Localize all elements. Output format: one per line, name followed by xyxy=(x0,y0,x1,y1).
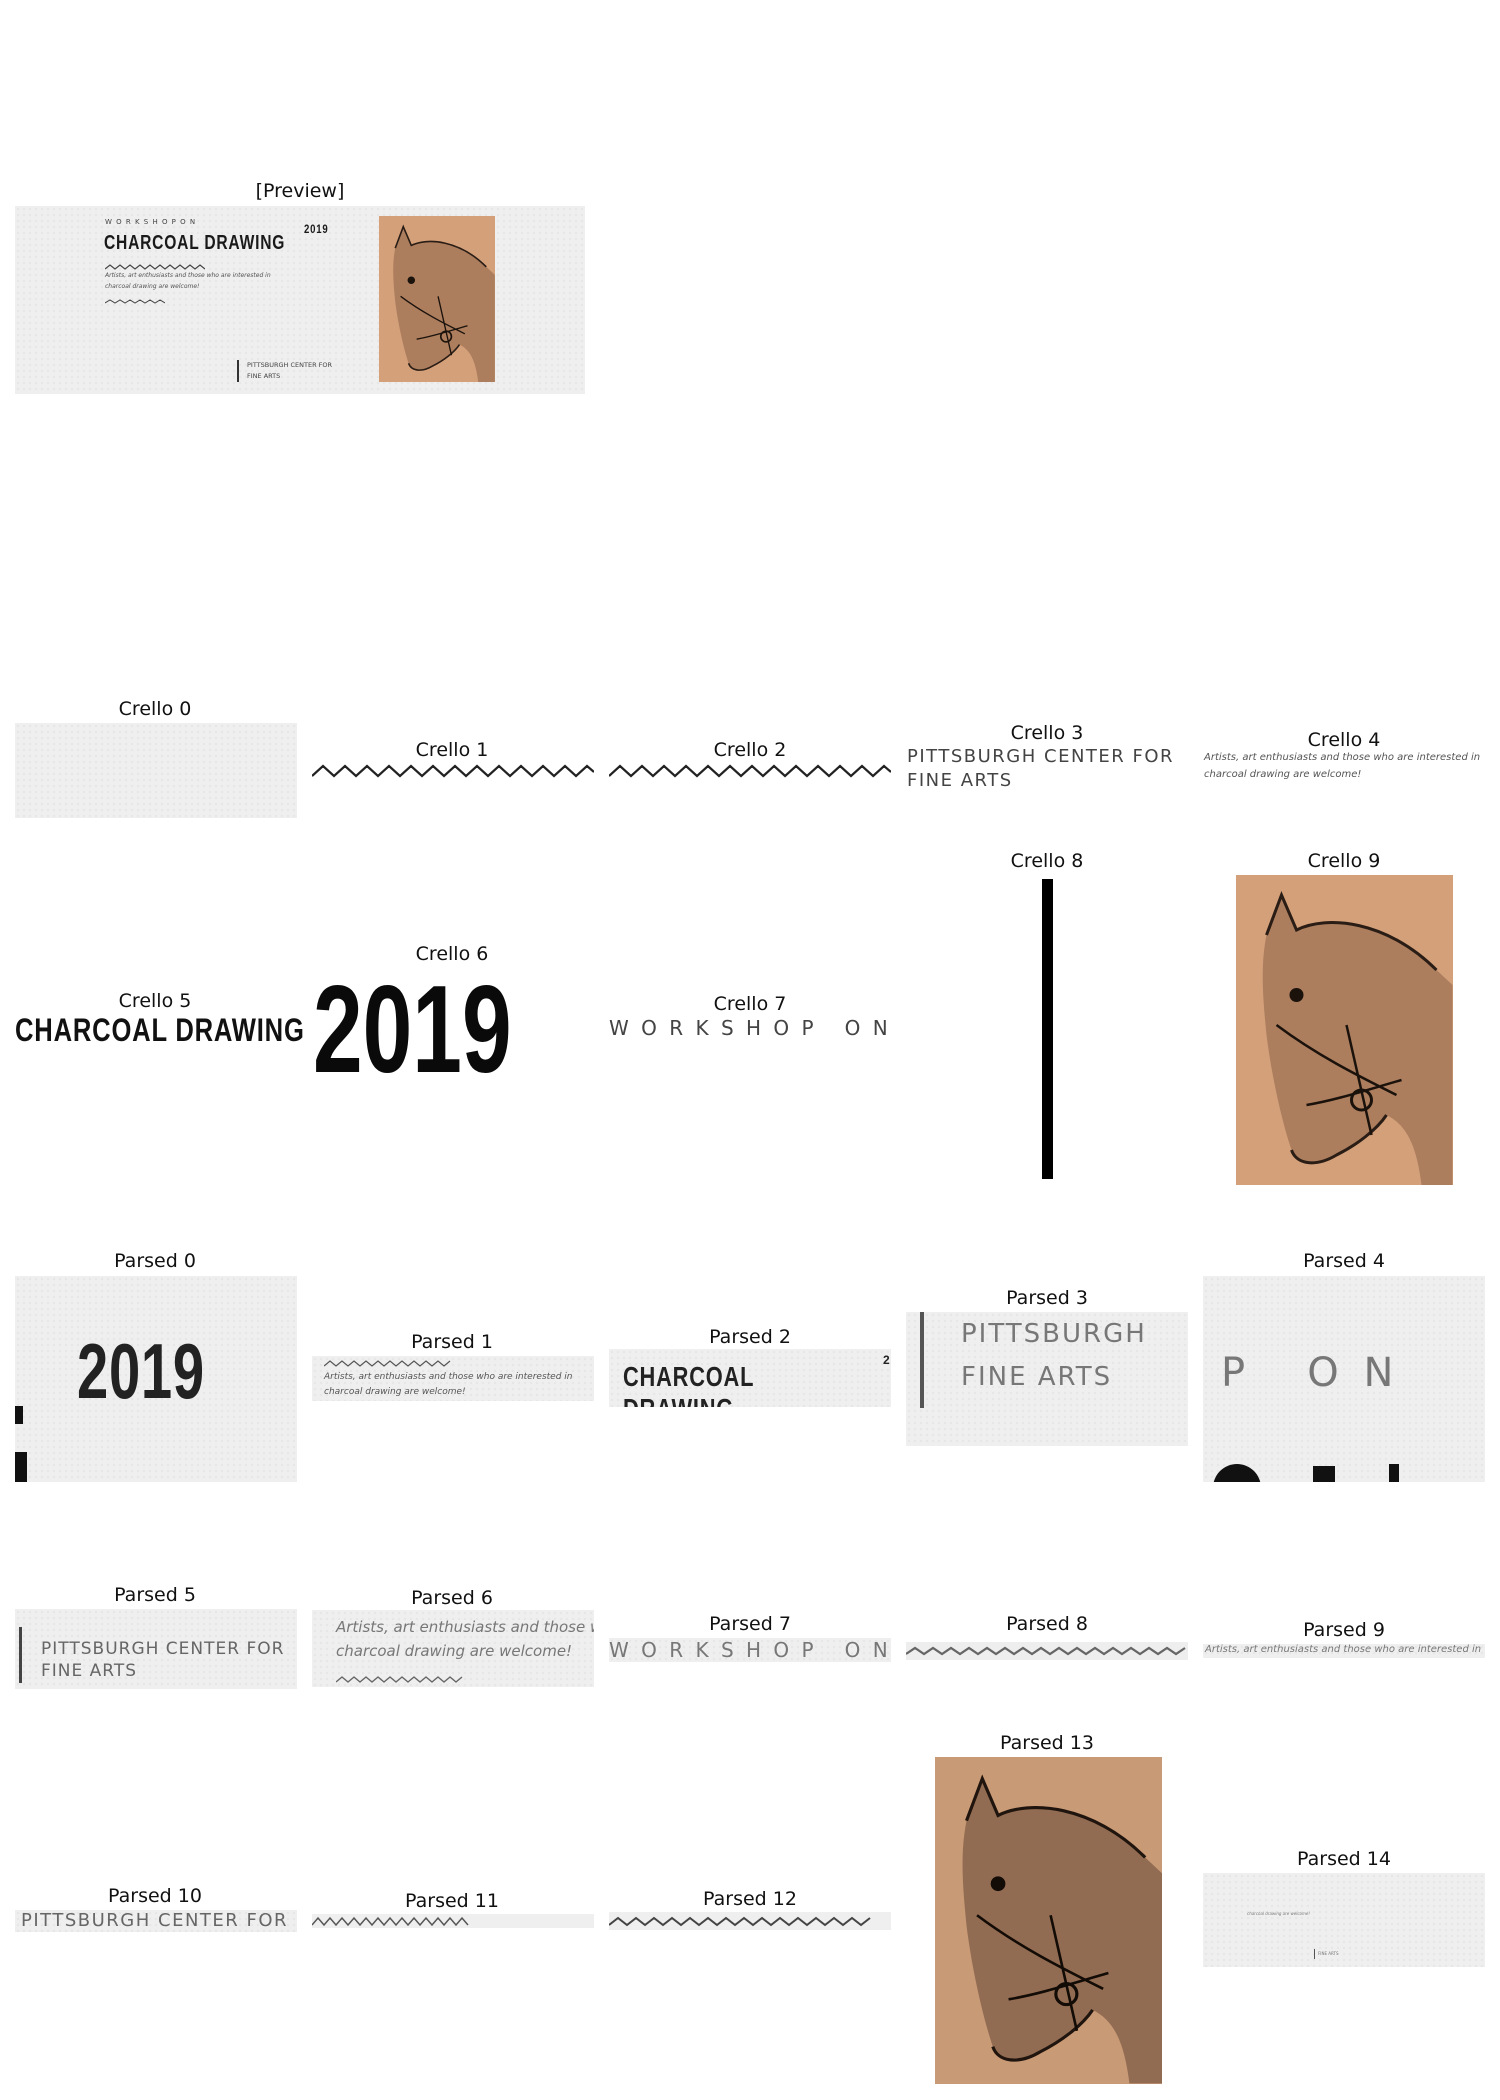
parsed-12-label: Parsed 12 xyxy=(703,1888,797,1910)
parsed-4-crop: P O N xyxy=(1203,1276,1485,1482)
parsed-1-label: Parsed 1 xyxy=(411,1331,493,1353)
parsed-5-venue-rule xyxy=(19,1627,22,1683)
parsed-4-fragment-1 xyxy=(1213,1464,1261,1482)
preview-venue-1: PITTSBURGH CENTER FOR xyxy=(247,361,333,369)
crello-9-label: Crello 9 xyxy=(1307,850,1381,872)
parsed-6-crop: Artists, art enthusiasts and those w cha… xyxy=(312,1610,594,1687)
parsed-1-body-2: charcoal drawing are welcome! xyxy=(324,1387,466,1397)
parsed-3-crop: PITTSBURGH FINE ARTS xyxy=(906,1312,1188,1446)
preview-venue-2: FINE ARTS xyxy=(247,372,281,380)
preview-horse-image xyxy=(379,216,495,382)
crello-5-label: Crello 5 xyxy=(118,990,192,1012)
crello-3-venue-1: PITTSBURGH CENTER FOR xyxy=(907,746,1175,767)
crello-7-label: Crello 7 xyxy=(713,993,787,1015)
horse-icon xyxy=(393,224,495,382)
crello-2-zigzag-icon xyxy=(609,764,891,778)
horse-icon xyxy=(962,1774,1162,2084)
parsed-13-label: Parsed 13 xyxy=(1000,1732,1094,1754)
parsed-14-venue-rule xyxy=(1314,1949,1315,1959)
parsed-2-year-fragment: 2 xyxy=(883,1353,891,1367)
crello-0-label: Crello 0 xyxy=(118,698,192,720)
crello-4-label: Crello 4 xyxy=(1307,729,1381,751)
preview-zigzag-top xyxy=(105,264,205,270)
parsed-5-label: Parsed 5 xyxy=(114,1584,196,1606)
parsed-3-label: Parsed 3 xyxy=(1006,1287,1088,1309)
crello-1-label: Crello 1 xyxy=(415,739,489,761)
parsed-9-crop: Artists, art enthusiasts and those who a… xyxy=(1203,1644,1485,1658)
parsed-11-label: Parsed 11 xyxy=(405,1890,499,1912)
preview-zigzag-bottom xyxy=(105,299,165,304)
preview-kicker: W O R K S H O P O N xyxy=(105,218,197,226)
parsed-7-crop: W O R K S H O P O N xyxy=(609,1638,891,1662)
preview-label: [Preview] xyxy=(255,180,345,202)
parsed-10-label: Parsed 10 xyxy=(108,1885,202,1907)
parsed-2-label: Parsed 2 xyxy=(709,1326,791,1348)
crello-3-venue-2: FINE ARTS xyxy=(907,770,1013,791)
parsed-2-title: CHARCOAL DRAWING xyxy=(623,1361,754,1407)
preview-year: 2019 xyxy=(304,222,329,236)
parsed-1-zigzag-icon xyxy=(324,1360,451,1367)
preview-venue-rule xyxy=(237,360,239,382)
parsed-0-fragment-2 xyxy=(15,1452,27,1482)
parsed-5-venue-1: PITTSBURGH CENTER FOR xyxy=(41,1639,285,1659)
parsed-9-body: Artists, art enthusiasts and those who a… xyxy=(1205,1644,1482,1655)
parsed-11-zigzag-icon xyxy=(312,1914,594,1928)
crello-2-label: Crello 2 xyxy=(713,739,787,761)
crello-7-kicker: W O R K S H O P O N xyxy=(609,1016,891,1040)
parsed-0-fragment-1 xyxy=(15,1406,23,1424)
parsed-3-venue-2: FINE ARTS xyxy=(961,1362,1113,1392)
parsed-3-venue-rule xyxy=(920,1312,924,1408)
parsed-6-body-1: Artists, art enthusiasts and those w xyxy=(336,1618,594,1636)
parsed-7-label: Parsed 7 xyxy=(709,1613,791,1635)
parsed-12-zigzag-icon xyxy=(609,1912,891,1930)
parsed-4-fragment-2 xyxy=(1313,1466,1335,1482)
parsed-2-crop: CHARCOAL DRAWING 2 xyxy=(609,1349,891,1407)
parsed-8-zigzag-icon xyxy=(906,1642,1188,1660)
crello-4-body-1: Artists, art enthusiasts and those who a… xyxy=(1204,752,1481,763)
preview-canvas: W O R K S H O P O N CHARCOAL DRAWING 201… xyxy=(15,206,585,394)
parsed-6-body-2: charcoal drawing are welcome! xyxy=(336,1642,573,1660)
parsed-8-label: Parsed 8 xyxy=(1006,1613,1088,1635)
parsed-6-label: Parsed 6 xyxy=(411,1587,493,1609)
crello-8-vertical-rule xyxy=(1042,879,1053,1179)
parsed-13-horse-image xyxy=(935,1757,1162,2084)
preview-body-1: Artists, art enthusiasts and those who a… xyxy=(105,272,271,279)
crello-6-year: 2019 xyxy=(313,961,512,1099)
parsed-1-body-1: Artists, art enthusiasts and those who a… xyxy=(324,1372,573,1382)
parsed-9-label: Parsed 9 xyxy=(1303,1619,1385,1641)
horse-icon xyxy=(1262,890,1453,1185)
parsed-0-year: 2019 xyxy=(77,1327,205,1415)
preview-body-2: charcoal drawing are welcome! xyxy=(105,283,200,290)
parsed-0-label: Parsed 0 xyxy=(114,1250,196,1272)
parsed-5-venue-2: FINE ARTS xyxy=(41,1661,138,1681)
preview-title: CHARCOAL DRAWING xyxy=(104,232,286,254)
crello-1-zigzag-icon xyxy=(312,764,594,778)
parsed-14-body: charcoal drawing are welcome! xyxy=(1247,1911,1310,1916)
parsed-14-venue: FINE ARTS xyxy=(1318,1951,1339,1956)
parsed-14-crop: charcoal drawing are welcome! FINE ARTS xyxy=(1203,1873,1485,1967)
parsed-10-venue: PITTSBURGH CENTER FOR xyxy=(21,1910,289,1931)
parsed-0-crop: 2019 xyxy=(15,1276,297,1482)
parsed-10-crop: PITTSBURGH CENTER FOR xyxy=(15,1910,297,1932)
parsed-6-zigzag-icon xyxy=(336,1676,463,1683)
parsed-1-crop: Artists, art enthusiasts and those who a… xyxy=(312,1356,594,1401)
parsed-5-crop: PITTSBURGH CENTER FOR FINE ARTS xyxy=(15,1609,297,1689)
crello-5-title: CHARCOAL DRAWING xyxy=(15,1012,305,1048)
parsed-4-label: Parsed 4 xyxy=(1303,1250,1385,1272)
crello-9-horse-image xyxy=(1236,875,1453,1185)
parsed-4-text: P O N xyxy=(1221,1350,1400,1396)
parsed-3-venue-1: PITTSBURGH xyxy=(961,1319,1147,1349)
parsed-14-label: Parsed 14 xyxy=(1297,1848,1391,1870)
crello-0-background xyxy=(15,723,297,818)
crello-8-label: Crello 8 xyxy=(1010,850,1084,872)
crello-4-body-2: charcoal drawing are welcome! xyxy=(1204,769,1362,780)
parsed-4-fragment-3 xyxy=(1389,1464,1399,1482)
crello-3-label: Crello 3 xyxy=(1010,722,1084,744)
parsed-7-kicker: W O R K S H O P O N xyxy=(609,1638,891,1662)
